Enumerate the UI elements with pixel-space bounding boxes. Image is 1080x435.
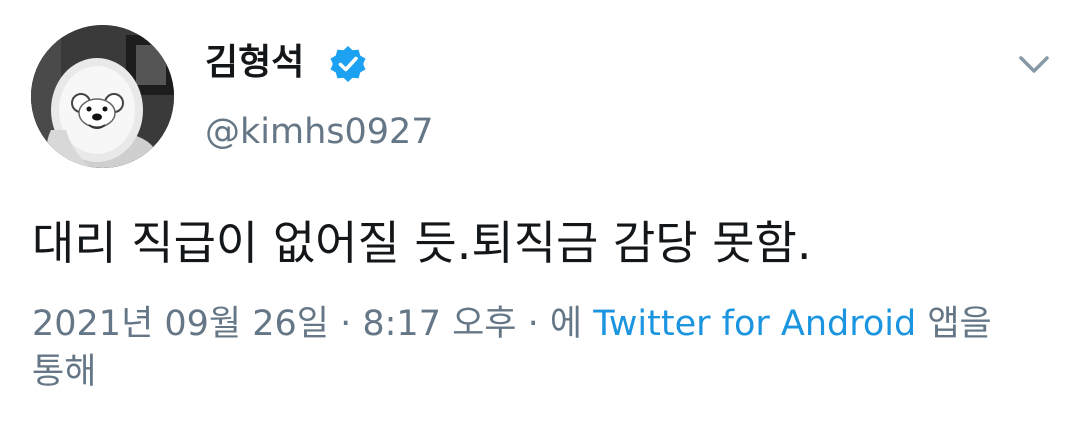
tweet-text: 대리 직급이 없어질 듯.퇴직금 감당 못함. [32,216,812,270]
user-handle[interactable]: @kimhs0927 [205,110,434,154]
verified-badge-icon [330,46,366,82]
tweet-timestamp[interactable]: 2021년 09월 26일 · 8:17 오후 · 에 [32,304,593,344]
avatar-image [31,25,174,168]
chevron-down-icon[interactable] [1016,50,1052,80]
avatar[interactable] [31,25,174,168]
tweet-meta: 2021년 09월 26일 · 8:17 오후 · 에 Twitter for … [32,300,1012,396]
tweet-source-link[interactable]: Twitter for Android [593,304,916,344]
display-name[interactable]: 김형석 [205,40,304,86]
